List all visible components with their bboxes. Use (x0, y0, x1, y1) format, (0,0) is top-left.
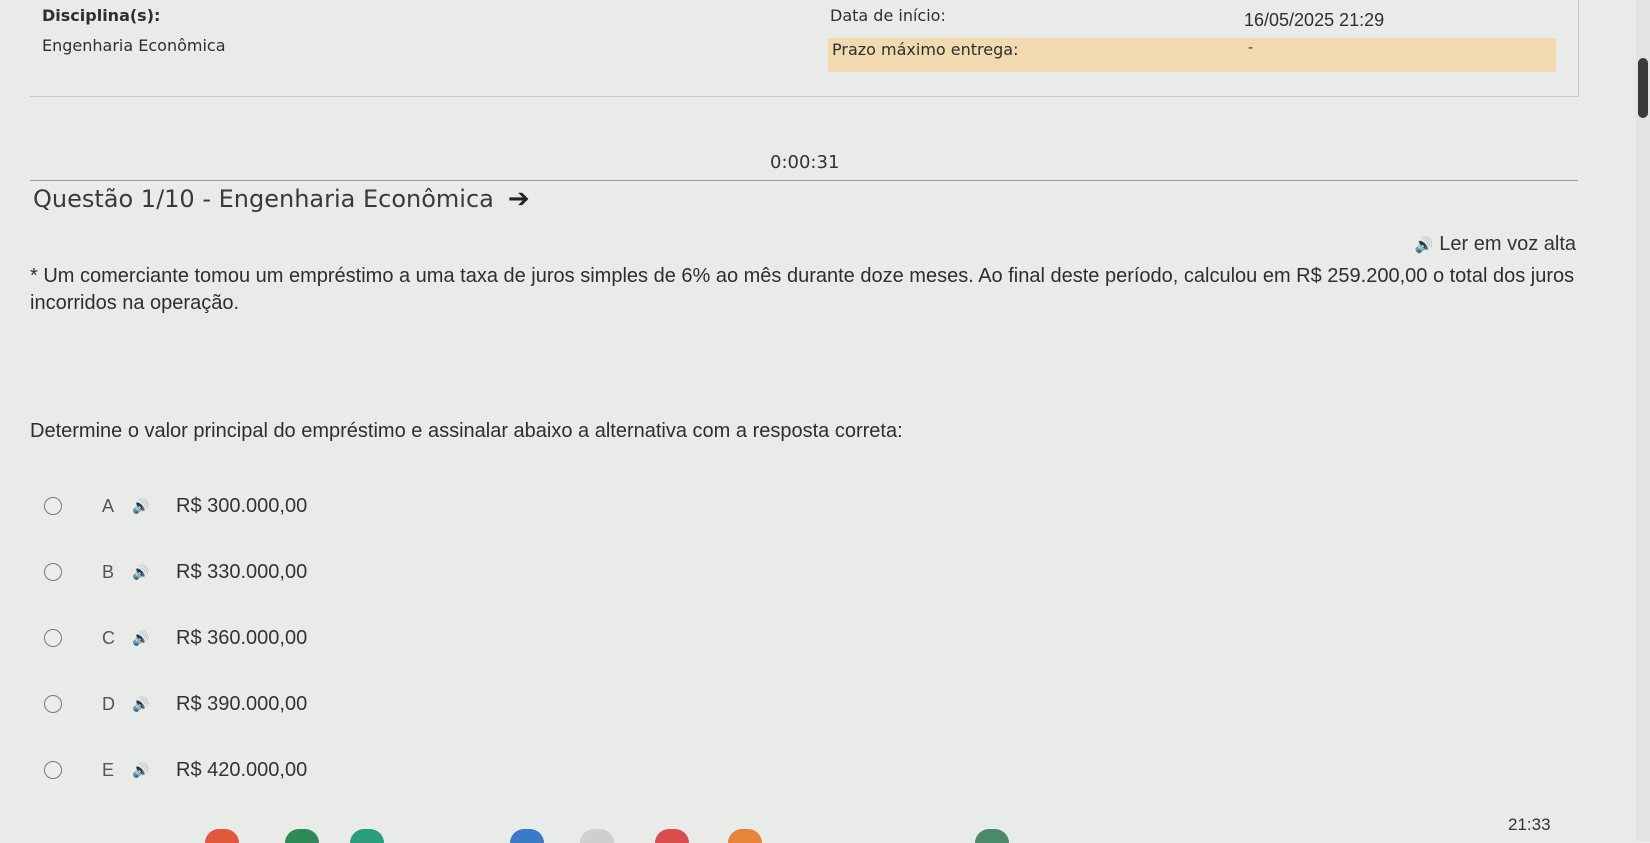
option-letter: C (102, 627, 115, 648)
option-value: R$ 390.000,00 (176, 692, 308, 715)
option-e[interactable]: E 🔊 R$ 420.000,00 (44, 756, 444, 784)
radio-button[interactable] (44, 629, 62, 647)
speaker-icon: 🔊 (1414, 236, 1434, 254)
option-letter: D (102, 693, 115, 714)
question-text: * Um comerciante tomou um empréstimo a u… (30, 265, 1575, 314)
option-value: R$ 420.000,00 (176, 758, 308, 781)
elapsed-timer: 0:00:31 (770, 152, 840, 173)
deadline-value: - (1248, 40, 1254, 56)
speaker-icon[interactable]: 🔊 (132, 762, 176, 779)
speaker-icon[interactable]: 🔊 (132, 696, 176, 713)
option-value: R$ 360.000,00 (176, 626, 308, 649)
discipline-value: Engenharia Econômica (42, 36, 226, 55)
scrollbar[interactable] (1636, 0, 1650, 841)
radio-button[interactable] (44, 563, 62, 581)
option-letter: E (102, 759, 115, 780)
speaker-icon[interactable]: 🔊 (132, 564, 176, 581)
question-instruction: Determine o valor principal do empréstim… (30, 420, 903, 442)
radio-button[interactable] (44, 695, 62, 713)
deadline-label: Prazo máximo entrega: (832, 40, 1019, 59)
taskbar-clock[interactable]: 21:33 (1508, 815, 1551, 835)
arrow-right-icon[interactable]: ➔ (508, 186, 530, 212)
option-value: R$ 330.000,00 (176, 560, 308, 583)
start-date-value: 16/05/2025 21:29 (1244, 10, 1385, 30)
speaker-icon[interactable]: 🔊 (132, 630, 176, 647)
read-aloud-button[interactable]: 🔊 Ler em voz alta (1415, 233, 1576, 256)
speaker-icon[interactable]: 🔊 (132, 498, 176, 515)
option-c[interactable]: C 🔊 R$ 360.000,00 (44, 624, 444, 652)
radio-button[interactable] (44, 497, 62, 515)
option-b[interactable]: B 🔊 R$ 330.000,00 (44, 558, 444, 586)
option-a[interactable]: A 🔊 R$ 300.000,00 (44, 492, 444, 520)
discipline-info-panel: Disciplina(s): Engenharia Econômica Data… (30, 0, 1579, 97)
question-title-row: Questão 1/10 - Engenharia Econômica ➔ (33, 185, 530, 213)
radio-button[interactable] (44, 761, 62, 779)
read-aloud-label: Ler em voz alta (1439, 233, 1576, 255)
option-d[interactable]: D 🔊 R$ 390.000,00 (44, 690, 444, 718)
start-date-label: Data de início: (830, 6, 946, 25)
divider (30, 180, 1578, 181)
option-letter: A (102, 495, 115, 516)
option-value: R$ 300.000,00 (176, 494, 308, 517)
option-letter: B (102, 561, 115, 582)
question-title: Questão 1/10 - Engenharia Econômica (33, 185, 494, 213)
discipline-label: Disciplina(s): (42, 6, 161, 25)
taskbar (0, 811, 1650, 843)
scrollbar-thumb[interactable] (1638, 58, 1648, 118)
